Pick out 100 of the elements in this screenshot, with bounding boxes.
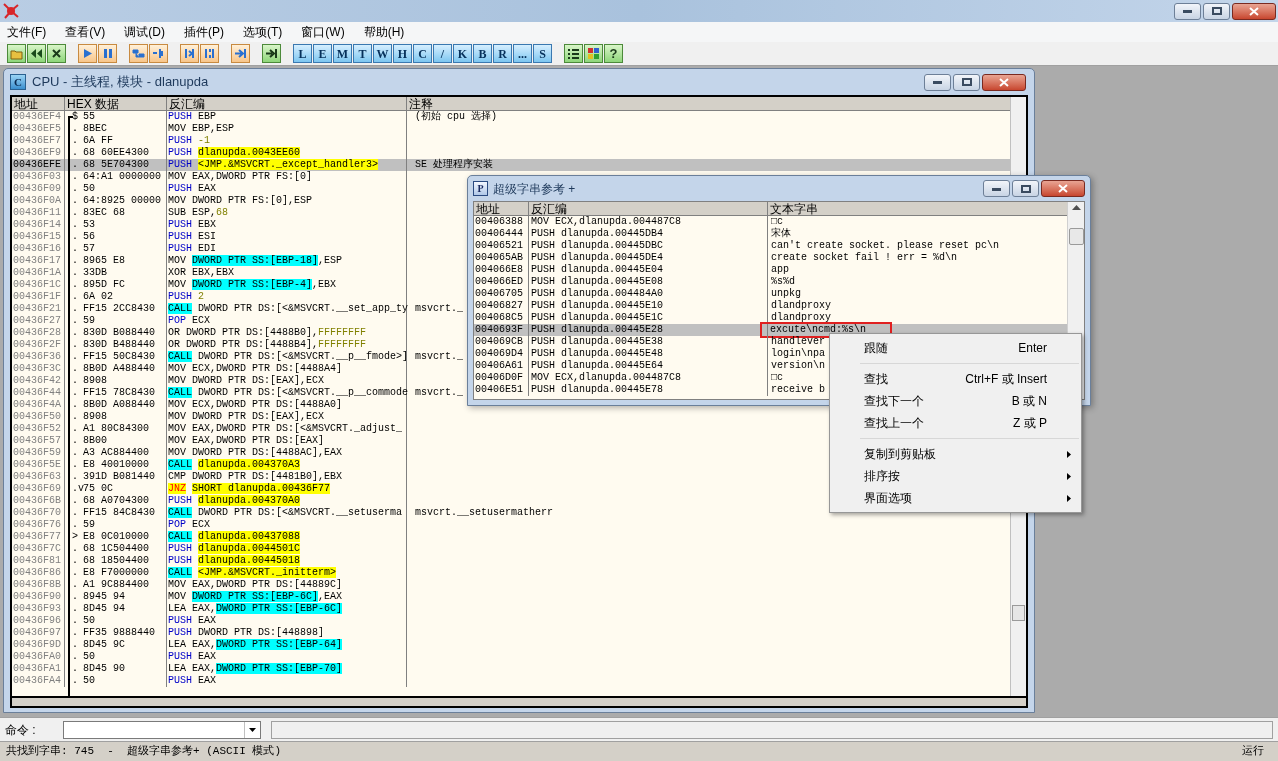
address-cell: 0040693F bbox=[474, 324, 529, 336]
string-cell: %s%d bbox=[771, 276, 795, 288]
jump-mark: . bbox=[72, 579, 78, 590]
hex-cell: E8 0C010000 bbox=[81, 531, 167, 543]
status-message: 共找到字串: 745 - 超级字串参考+ (ASCII 模式) bbox=[6, 744, 282, 760]
address-cell: 00436FA0 bbox=[12, 651, 65, 663]
disassembly-cell: PUSH EBP bbox=[167, 111, 407, 123]
string-cell: login\npa bbox=[771, 348, 825, 360]
address-cell: 00436F15 bbox=[12, 231, 65, 243]
disassembly-cell: MOV DWORD PTR DS:[EAX],ECX bbox=[167, 411, 407, 423]
jump-mark: . bbox=[72, 219, 78, 230]
disassembly-cell: CALL DWORD PTR DS:[<&MSVCRT.__p__fmode>] bbox=[167, 351, 407, 363]
address-cell: 00436F90 bbox=[12, 591, 65, 603]
jump-mark: . bbox=[72, 543, 78, 554]
hex-cell: 8BEC bbox=[81, 123, 167, 135]
jump-mark: $ bbox=[72, 111, 78, 122]
address-cell: 00436F16 bbox=[12, 243, 65, 255]
address-cell: 00436EFE bbox=[12, 159, 65, 171]
address-cell: 004069D4 bbox=[474, 348, 529, 360]
hex-cell: 8908 bbox=[81, 375, 167, 387]
disassembly-cell: PUSH dlanupda.00445DE4 bbox=[529, 252, 768, 264]
string-cell-text: □c bbox=[771, 216, 783, 227]
string-cell: create socket fail ! err = %d\n bbox=[771, 252, 958, 264]
address-cell: 00436F7C bbox=[12, 543, 65, 555]
hex-cell: FF35 9888440 bbox=[81, 627, 167, 639]
jump-mark: . bbox=[72, 195, 78, 206]
window-icon: C bbox=[10, 74, 26, 90]
address-cell: 00406A61 bbox=[474, 360, 529, 372]
jump-mark: . bbox=[72, 171, 78, 182]
address-cell: 004065AB bbox=[474, 252, 529, 264]
address-cell: 00436F5E bbox=[12, 459, 65, 471]
hex-cell: 6A 02 bbox=[81, 291, 167, 303]
string-cell: app bbox=[771, 264, 789, 276]
command-label: 命令 : bbox=[5, 721, 37, 739]
string-cell: can't create socket. please reset pc\n bbox=[771, 240, 1000, 252]
disassembly-cell: PUSH dlanupda.00445E28 bbox=[529, 324, 768, 336]
jump-mark: . bbox=[72, 255, 78, 266]
jump-mark: . bbox=[72, 639, 78, 650]
hex-cell: 57 bbox=[81, 243, 167, 255]
disassembly-cell: JNZ SHORT dlanupda.00436F77 bbox=[167, 483, 407, 495]
comment-cell-text: msvcrt._ bbox=[414, 351, 463, 363]
address-cell: 00436F6B bbox=[12, 495, 65, 507]
jump-mark: . bbox=[72, 159, 78, 170]
disassembly-cell: MOV ECX,dlanupda.004487C8 bbox=[529, 216, 768, 228]
jump-mark: . bbox=[72, 303, 78, 314]
hex-cell: 68 A0704300 bbox=[81, 495, 167, 507]
hex-cell: 8D45 94 bbox=[81, 603, 167, 615]
jump-mark: . bbox=[72, 291, 78, 302]
jump-mark: . bbox=[72, 567, 78, 578]
hex-cell: 56 bbox=[81, 231, 167, 243]
hex-cell: 8B00 bbox=[81, 435, 167, 447]
disassembly-cell: MOV DWORD PTR FS:[0],ESP bbox=[167, 195, 407, 207]
hex-cell: 8965 E8 bbox=[81, 255, 167, 267]
address-cell: 00436F0A bbox=[12, 195, 65, 207]
jump-mark: . bbox=[72, 231, 78, 242]
hex-cell: 8B0D A488440 bbox=[81, 363, 167, 375]
jump-mark: . bbox=[72, 327, 78, 338]
disassembly-cell: MOV ECX,DWORD PTR DS:[4488A0] bbox=[167, 399, 407, 411]
jump-mark: . bbox=[72, 591, 78, 602]
address-cell: 00436F81 bbox=[12, 555, 65, 567]
hex-cell: 68 5E704300 bbox=[81, 159, 167, 171]
hex-cell: 68 18504400 bbox=[81, 555, 167, 567]
hex-cell: FF15 2CC8430 bbox=[81, 303, 167, 315]
disassembly-cell: CALL DWORD PTR DS:[<&MSVCRT.__setuserma bbox=[167, 507, 407, 519]
disassembly-cell: OR DWORD PTR DS:[4488B0],FFFFFFFF bbox=[167, 327, 407, 339]
jump-mark: . bbox=[72, 627, 78, 638]
disassembly-cell: MOV EAX,DWORD PTR DS:[EAX] bbox=[167, 435, 407, 447]
jump-mark: . bbox=[72, 423, 78, 434]
address-cell: 00436FA1 bbox=[12, 663, 65, 675]
address-cell: 00436F1A bbox=[12, 267, 65, 279]
address-cell: 00436F27 bbox=[12, 315, 65, 327]
disassembly-cell: PUSH EAX bbox=[167, 675, 407, 687]
address-cell: 004066E8 bbox=[474, 264, 529, 276]
hex-cell: 50 bbox=[81, 651, 167, 663]
hex-cell: 8D45 90 bbox=[81, 663, 167, 675]
jump-mark: . bbox=[72, 399, 78, 410]
address-cell: 00436EF5 bbox=[12, 123, 65, 135]
address-cell: 004066ED bbox=[474, 276, 529, 288]
address-cell: 00436F42 bbox=[12, 375, 65, 387]
disassembly-cell: MOV DWORD PTR SS:[EBP-4],EBX bbox=[167, 279, 407, 291]
hex-cell: FF15 50C8430 bbox=[81, 351, 167, 363]
jump-mark: . bbox=[72, 351, 78, 362]
address-cell: 00436F4A bbox=[12, 399, 65, 411]
address-cell: 00436F44 bbox=[12, 387, 65, 399]
hex-cell: 8908 bbox=[81, 411, 167, 423]
disassembly-cell: CALL dlanupda.00437088 bbox=[167, 531, 407, 543]
disassembly-cell: PUSH EAX bbox=[167, 183, 407, 195]
jump-mark: > bbox=[72, 531, 78, 542]
hex-cell: 50 bbox=[81, 183, 167, 195]
hex-cell: 830D B088440 bbox=[81, 327, 167, 339]
address-cell: 00436F3C bbox=[12, 363, 65, 375]
string-cell: handlever bbox=[771, 336, 825, 348]
comment-cell-text: msvcrt._ bbox=[414, 303, 463, 315]
string-cell: receive b bbox=[771, 384, 825, 396]
address-cell: 00436F50 bbox=[12, 411, 65, 423]
address-cell: 00436F86 bbox=[12, 567, 65, 579]
disassembly-cell: MOV ECX,dlanupda.004487C8 bbox=[529, 372, 768, 384]
address-cell: 00406521 bbox=[474, 240, 529, 252]
address-cell: 00436F9D bbox=[12, 639, 65, 651]
disassembly-cell: MOV EAX,DWORD PTR FS:[0] bbox=[167, 171, 407, 183]
